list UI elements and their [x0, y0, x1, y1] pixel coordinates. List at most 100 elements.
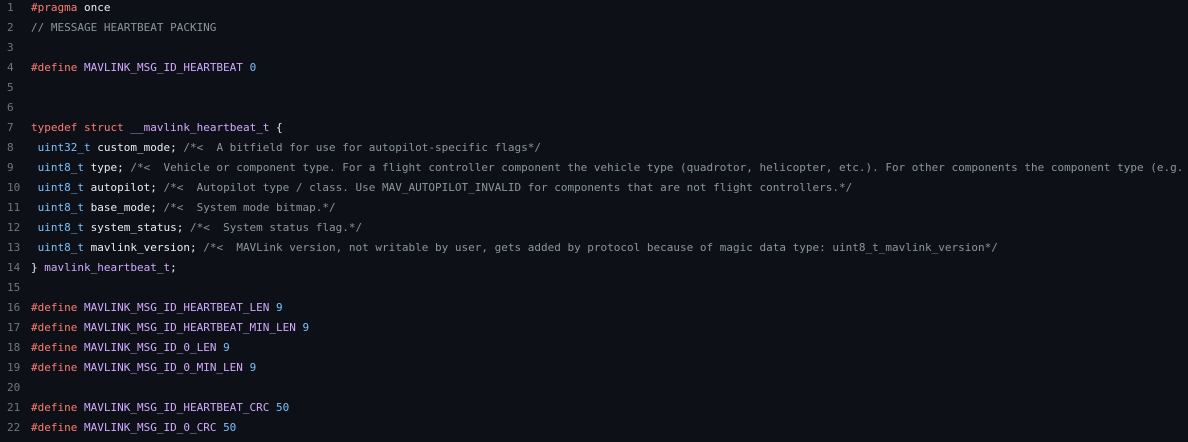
line-number[interactable]: 20 [0, 381, 28, 394]
code-text: } mavlink_heartbeat_t; [28, 261, 1188, 274]
code-token: MAVLINK_MSG_ID_HEARTBEAT_LEN [83, 300, 270, 314]
line-number[interactable]: 8 [0, 141, 28, 154]
line-number[interactable]: 12 [0, 221, 28, 234]
code-token: { [269, 120, 283, 134]
line-number[interactable]: 6 [0, 101, 28, 114]
code-text: #define MAVLINK_MSG_ID_HEARTBEAT_LEN 9 [28, 301, 1188, 314]
line-number[interactable]: 14 [0, 261, 28, 274]
line-number[interactable]: 15 [0, 281, 28, 294]
code-text: uint8_t autopilot; /*< Autopilot type / … [28, 181, 1188, 194]
code-text: #define MAVLINK_MSG_ID_HEARTBEAT 0 [28, 61, 1188, 74]
code-token: typedef [31, 120, 78, 134]
code-token: uint8_t [37, 220, 84, 234]
code-token: uint8_t [37, 180, 84, 194]
code-token: #define [31, 400, 78, 414]
code-text: // MESSAGE HEARTBEAT PACKING [28, 21, 1188, 34]
code-viewer: 1 #pragma once 2// MESSAGE HEARTBEAT PACKI… [0, 0, 1188, 442]
code-token: #define [31, 320, 78, 334]
code-token: autopilot; [83, 180, 164, 194]
code-text: uint8_t type; /*< Vehicle or component t… [28, 161, 1188, 174]
code-token: once [77, 0, 111, 14]
code-token: __mavlink_heartbeat_t [130, 120, 270, 134]
code-token: 50 [223, 420, 237, 434]
code-line: 14} mavlink_heartbeat_t; [0, 257, 1188, 277]
code-token: #define [31, 360, 78, 374]
code-line: 9 uint8_t type; /*< Vehicle or component… [0, 157, 1188, 177]
line-number[interactable]: 3 [0, 41, 28, 54]
line-number[interactable]: 18 [0, 341, 28, 354]
code-line: 16 #define MAVLINK_MSG_ID_HEARTBEAT_LEN 9 [0, 297, 1188, 317]
code-line: 17 #define MAVLINK_MSG_ID_HEARTBEAT_MIN_L… [0, 317, 1188, 337]
code-token: uint8_t [37, 160, 84, 174]
line-number[interactable]: 19 [0, 361, 28, 374]
code-line: 6 [0, 97, 1188, 117]
line-number[interactable]: 2 [0, 21, 28, 34]
code-line: 2// MESSAGE HEARTBEAT PACKING [0, 17, 1188, 37]
code-token: 50 [276, 400, 290, 414]
code-line: 10 uint8_t autopilot; /*< Autopilot type… [0, 177, 1188, 197]
code-token: custom_mode; [90, 140, 184, 154]
line-number[interactable]: 17 [0, 321, 28, 334]
line-number[interactable]: 13 [0, 241, 28, 254]
code-line: 15 [0, 277, 1188, 297]
line-number[interactable]: 1 [0, 1, 28, 14]
code-text: #define MAVLINK_MSG_ID_0_CRC 50 [28, 421, 1188, 434]
line-number[interactable]: 9 [0, 161, 28, 174]
code-token: MAVLINK_MSG_ID_0_LEN [83, 340, 217, 354]
code-token: MAVLINK_MSG_ID_HEARTBEAT_MIN_LEN [83, 320, 296, 334]
code-token: 9 [223, 340, 230, 354]
code-text: #pragma once [28, 1, 1188, 14]
code-token: struct [83, 120, 124, 134]
code-token: mavlink_version; [83, 240, 204, 254]
line-number[interactable]: 10 [0, 181, 28, 194]
code-token: 9 [276, 300, 283, 314]
code-token: base_mode; [83, 200, 164, 214]
line-number[interactable]: 5 [0, 81, 28, 94]
code-line: 4 #define MAVLINK_MSG_ID_HEARTBEAT 0 [0, 57, 1188, 77]
line-number[interactable]: 22 [0, 421, 28, 434]
line-number[interactable]: 21 [0, 401, 28, 414]
line-number[interactable]: 16 [0, 301, 28, 314]
code-line: 13 uint8_t mavlink_version; /*< MAVLink … [0, 237, 1188, 257]
code-token: system_status; [83, 220, 190, 234]
code-line: 12 uint8_t system_status; /*< System sta… [0, 217, 1188, 237]
code-text: typedef struct __mavlink_heartbeat_t { [28, 121, 1188, 134]
code-token: /*< Vehicle or component type. For a fli… [130, 160, 1184, 174]
code-token: // MESSAGE HEARTBEAT PACKING [31, 20, 217, 34]
line-number[interactable]: 7 [0, 121, 28, 134]
code-text: #define MAVLINK_MSG_ID_HEARTBEAT_CRC 50 [28, 401, 1188, 414]
code-token: 9 [302, 320, 310, 334]
code-token: /*< A bitfield for use for autopilot-spe… [183, 140, 541, 154]
code-token: /*< System mode bitmap.*/ [163, 200, 336, 214]
code-token: /*< System status flag.*/ [189, 220, 363, 234]
code-token: #define [31, 300, 78, 314]
code-line: 1 #pragma once [0, 0, 1188, 17]
code-token: #define [31, 420, 78, 434]
code-text: #define MAVLINK_MSG_ID_0_LEN 9 [28, 341, 1188, 354]
code-line: 3 [0, 37, 1188, 57]
code-token: /*< MAVLink version, not writable by use… [203, 240, 998, 254]
code-token: # [31, 0, 38, 14]
line-number[interactable]: 11 [0, 201, 28, 214]
line-number[interactable]: 4 [0, 61, 28, 74]
code-token: #define [31, 60, 78, 74]
code-token: /*< Autopilot type / class. Use MAV_AUTO… [163, 180, 853, 194]
code-line: 18 #define MAVLINK_MSG_ID_0_LEN 9 [0, 337, 1188, 357]
code-token: MAVLINK_MSG_ID_HEARTBEAT [83, 60, 243, 74]
code-token: 0 [249, 60, 257, 74]
code-line: 20 [0, 377, 1188, 397]
code-token: } [31, 260, 45, 274]
code-text: #define MAVLINK_MSG_ID_HEARTBEAT_MIN_LEN… [28, 321, 1188, 334]
code-token: pragma [37, 0, 78, 14]
